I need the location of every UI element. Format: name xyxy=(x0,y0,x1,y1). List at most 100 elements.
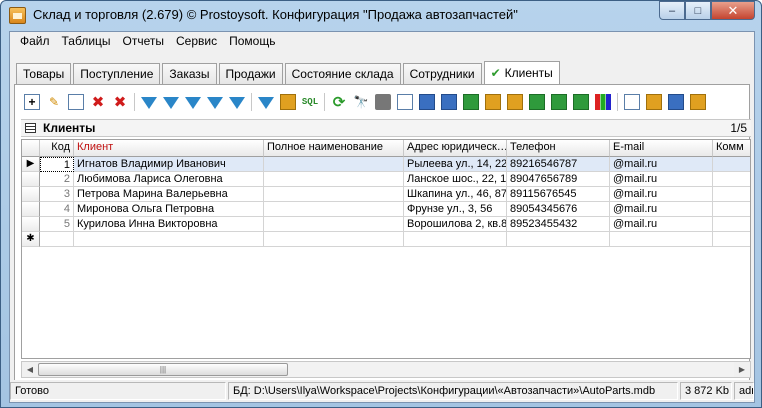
cell-email[interactable]: @mail.ru xyxy=(610,217,713,232)
cell-email[interactable]: @mail.ru xyxy=(610,187,713,202)
columns-icon[interactable] xyxy=(668,94,684,110)
cell-full[interactable] xyxy=(264,172,404,187)
cell-address[interactable]: Ворошилова 2, кв.8 xyxy=(404,217,507,232)
cell-address[interactable]: Фрунзе ул., 3, 56 xyxy=(404,202,507,217)
cell-phone[interactable]: 89523455432 xyxy=(507,217,610,232)
filter-icon[interactable] xyxy=(141,97,157,109)
filter-view-icon[interactable] xyxy=(258,97,274,109)
menu-reports[interactable]: Отчеты xyxy=(117,32,170,52)
table-row[interactable]: 4 Миронова Ольга Петровна Фрунзе ул., 3, 5… xyxy=(22,202,750,217)
cell-email[interactable]: @mail.ru xyxy=(610,172,713,187)
row-indicator[interactable] xyxy=(22,217,40,232)
tab-employees[interactable]: Сотрудники xyxy=(402,63,482,84)
copy-icon[interactable] xyxy=(68,94,84,110)
cell-full[interactable] xyxy=(264,187,404,202)
cell-client[interactable]: Миронова Ольга Петровна xyxy=(74,202,264,217)
cell-phone[interactable]: 89047656789 xyxy=(507,172,610,187)
scroll-right-icon[interactable]: ▶ xyxy=(734,362,750,377)
cell-address[interactable]: Рылеева ул., 14, 22 xyxy=(404,157,507,172)
export-sheet-icon[interactable] xyxy=(573,94,589,110)
menu-service[interactable]: Сервис xyxy=(170,32,223,52)
tab-stock-status[interactable]: Состояние склада xyxy=(284,63,401,84)
column-header-code[interactable]: Код xyxy=(40,140,74,157)
list-icon[interactable] xyxy=(624,94,640,110)
filter-remove-icon[interactable] xyxy=(185,97,201,109)
export-html-icon[interactable] xyxy=(485,94,501,110)
row-indicator[interactable] xyxy=(22,172,40,187)
preview-icon[interactable] xyxy=(397,94,413,110)
title-bar[interactable]: Склад и торговля (2.679) © Prostoysoft. … xyxy=(1,1,761,31)
export-csv-icon[interactable] xyxy=(551,94,567,110)
cell-phone[interactable]: 89054345676 xyxy=(507,202,610,217)
menu-help[interactable]: Помощь xyxy=(223,32,281,52)
export-txt-icon[interactable] xyxy=(529,94,545,110)
cell-full[interactable] xyxy=(264,157,404,172)
cell-code[interactable]: 1 xyxy=(40,157,74,172)
tab-receipts[interactable]: Поступление xyxy=(73,63,161,84)
cell-comment[interactable] xyxy=(713,202,750,217)
column-header-phone[interactable]: Телефон xyxy=(507,140,610,157)
export-doc-icon[interactable] xyxy=(419,94,435,110)
cell-email[interactable]: @mail.ru xyxy=(610,157,713,172)
new-record-icon[interactable]: + xyxy=(24,94,40,110)
tab-orders[interactable]: Заказы xyxy=(162,63,217,84)
cell-code[interactable]: 4 xyxy=(40,202,74,217)
properties-icon[interactable] xyxy=(646,94,662,110)
tab-goods[interactable]: Товары xyxy=(16,63,72,84)
row-indicator[interactable] xyxy=(22,202,40,217)
refresh-icon[interactable]: ⟳ xyxy=(331,94,347,111)
table-row[interactable]: 3 Петрова Марина Валерьевна Шкапина ул., 4… xyxy=(22,187,750,202)
menu-file[interactable]: Файл xyxy=(14,32,56,52)
column-header-client[interactable]: Клиент xyxy=(74,140,264,157)
sql-icon[interactable]: SQL xyxy=(302,94,318,110)
column-header-address[interactable]: Адрес юридическ… xyxy=(404,140,507,157)
scroll-track[interactable]: ||| xyxy=(38,362,734,377)
cell-comment[interactable] xyxy=(713,172,750,187)
cell-full[interactable] xyxy=(264,202,404,217)
column-header-comment[interactable]: Комм xyxy=(713,140,750,157)
column-header-email[interactable]: E-mail xyxy=(610,140,713,157)
new-row-cell[interactable] xyxy=(507,232,610,247)
cell-comment[interactable] xyxy=(713,187,750,202)
row-indicator[interactable] xyxy=(22,187,40,202)
filter-add-icon[interactable] xyxy=(163,97,179,109)
group-icon[interactable] xyxy=(280,94,296,110)
minimize-button[interactable]: – xyxy=(659,1,685,20)
filter-clear-icon[interactable] xyxy=(207,97,223,109)
new-row-cell[interactable] xyxy=(40,232,74,247)
tab-clients[interactable]: ✔ Клиенты xyxy=(483,61,560,84)
cell-full[interactable] xyxy=(264,217,404,232)
horizontal-scrollbar[interactable]: ◀ ||| ▶ xyxy=(21,361,751,378)
scroll-thumb[interactable]: ||| xyxy=(38,363,288,376)
filter-edit-icon[interactable] xyxy=(229,97,245,109)
cell-code[interactable]: 3 xyxy=(40,187,74,202)
settings-icon[interactable] xyxy=(690,94,706,110)
cell-client[interactable]: Любимова Лариса Олеговна xyxy=(74,172,264,187)
new-row-cell[interactable] xyxy=(610,232,713,247)
cell-comment[interactable] xyxy=(713,157,750,172)
chart-icon[interactable] xyxy=(595,94,611,110)
new-row-icon[interactable]: ✱ xyxy=(22,232,40,247)
cell-client[interactable]: Курилова Инна Викторовна xyxy=(74,217,264,232)
table-row[interactable]: 5 Курилова Инна Викторовна Ворошилова 2, к… xyxy=(22,217,750,232)
scroll-left-icon[interactable]: ◀ xyxy=(22,362,38,377)
cell-client[interactable]: Петрова Марина Валерьевна xyxy=(74,187,264,202)
new-row-cell[interactable] xyxy=(713,232,750,247)
cell-address[interactable]: Шкапина ул., 46, 87 xyxy=(404,187,507,202)
close-button[interactable]: ✕ xyxy=(711,1,755,20)
cell-code[interactable]: 2 xyxy=(40,172,74,187)
column-header-full-name[interactable]: Полное наименование xyxy=(264,140,404,157)
new-row-cell[interactable] xyxy=(404,232,507,247)
new-row-cell[interactable] xyxy=(264,232,404,247)
new-row[interactable]: ✱ xyxy=(22,232,750,247)
maximize-button[interactable]: □ xyxy=(685,1,711,20)
tab-sales[interactable]: Продажи xyxy=(218,63,283,84)
cell-code[interactable]: 5 xyxy=(40,217,74,232)
cell-email[interactable]: @mail.ru xyxy=(610,202,713,217)
cell-phone[interactable]: 89115676545 xyxy=(507,187,610,202)
edit-icon[interactable]: ✎ xyxy=(46,94,62,110)
find-icon[interactable]: 🔭 xyxy=(353,94,369,110)
table-row[interactable]: 2 Любимова Лариса Олеговна Ланское шос., 2… xyxy=(22,172,750,187)
export-word-icon[interactable] xyxy=(441,94,457,110)
new-row-cell[interactable] xyxy=(74,232,264,247)
